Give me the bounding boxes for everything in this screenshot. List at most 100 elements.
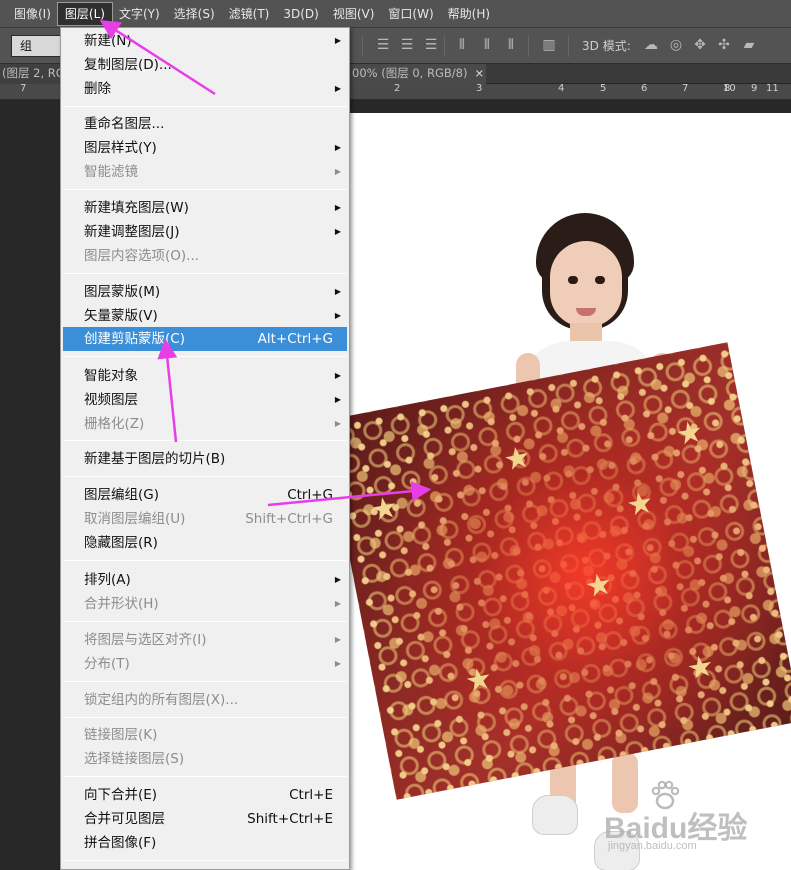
ruler-label: 11	[766, 84, 779, 94]
3d-roll-icon[interactable]: ◎	[667, 37, 685, 53]
menu-item-label: 排列(A)	[84, 572, 131, 588]
menu-view[interactable]: 视图(V)	[326, 3, 382, 25]
toolbar-separator	[568, 35, 569, 57]
menu-separator	[63, 440, 347, 441]
menu-item-duplicate-layer[interactable]: 复制图层(D)...	[63, 53, 347, 77]
document-tab-1[interactable]: (图层 2, RGB	[0, 64, 60, 84]
menu-help[interactable]: 帮助(H)	[441, 3, 497, 25]
menu-window[interactable]: 窗口(W)	[381, 3, 440, 25]
menu-item-new-layer-based-slice[interactable]: 新建基于图层的切片(B)	[63, 447, 347, 471]
menu-item-label: 向下合并(E)	[84, 787, 158, 803]
align-top-icon[interactable]: ☰	[374, 37, 392, 53]
align-vcenter-icon[interactable]: ☰	[398, 37, 416, 53]
girl-eye	[595, 276, 605, 284]
close-icon[interactable]: ×	[474, 66, 484, 80]
submenu-arrow-icon: ▶	[334, 167, 341, 176]
menu-select[interactable]: 选择(S)	[167, 3, 222, 25]
submenu-arrow-icon: ▶	[334, 143, 341, 152]
menu-item-label: 智能对象	[84, 368, 138, 384]
menu-item-link-layers[interactable]: 链接图层(K)	[63, 723, 347, 747]
align-left-icon[interactable]: ⫴	[453, 37, 471, 53]
menu-item-rename-layer[interactable]: 重命名图层...	[63, 112, 347, 136]
3d-slide-icon[interactable]: ✣	[715, 37, 733, 53]
submenu-arrow-icon: ▶	[334, 227, 341, 236]
menu-filter[interactable]: 滤镜(T)	[222, 3, 277, 25]
menu-item-new-adjustment-layer[interactable]: 新建调整图层(J) ▶	[63, 220, 347, 244]
menu-item-merge-visible[interactable]: 合并可见图层 Shift+Ctrl+E	[63, 807, 347, 831]
menu-item-smart-object[interactable]: 智能对象 ▶	[63, 364, 347, 388]
menu-item-arrange[interactable]: 排列(A) ▶	[63, 568, 347, 592]
menu-item-hide-layers[interactable]: 隐藏图层(R)	[63, 531, 347, 555]
menu-item-delete[interactable]: 删除 ▶	[63, 77, 347, 101]
ruler-label: 9	[751, 84, 758, 94]
menu-item-distribute[interactable]: 分布(T) ▶	[63, 652, 347, 676]
menu-item-label: 链接图层(K)	[84, 727, 158, 743]
menu-item-group-layers[interactable]: 图层编组(G) Ctrl+G	[63, 483, 347, 507]
menu-separator	[63, 860, 347, 861]
document-tab-2[interactable]: 00% (图层 0, RGB/8) ×	[350, 64, 486, 84]
menu-item-new[interactable]: 新建(N) ▶	[63, 29, 347, 53]
menu-item-layer-content-options[interactable]: 图层内容选项(O)...	[63, 244, 347, 268]
menu-type[interactable]: 文字(Y)	[112, 3, 167, 25]
submenu-arrow-icon: ▶	[334, 575, 341, 584]
menu-separator	[63, 189, 347, 190]
menu-item-label: 图层蒙版(M)	[84, 284, 161, 300]
menu-item-video-layer[interactable]: 视频图层 ▶	[63, 388, 347, 412]
menu-item-label: 删除	[84, 81, 111, 97]
ruler-label: 3	[476, 84, 483, 94]
menu-item-lock-all-layers-in-group[interactable]: 锁定组内的所有图层(X)...	[63, 688, 347, 712]
ruler-label: 7	[20, 84, 27, 94]
menu-item-label: 合并形状(H)	[84, 596, 159, 612]
menu-item-layer-mask[interactable]: 图层蒙版(M) ▶	[63, 280, 347, 304]
ruler-label: 6	[641, 84, 648, 94]
shoe	[532, 795, 578, 835]
toolbar-separator	[362, 35, 363, 57]
submenu-arrow-icon: ▶	[334, 635, 341, 644]
document-canvas[interactable]: ★ ★ ★ ★ ★ ★ ★ Baidu经验 jingyan.baidu.com	[350, 113, 791, 870]
menu-image[interactable]: 图像(I)	[7, 3, 58, 25]
menu-item-align-layers-to-selection[interactable]: 将图层与选区对齐(I) ▶	[63, 628, 347, 652]
3d-pan-icon[interactable]: ✥	[691, 37, 709, 53]
menu-item-label: 图层样式(Y)	[84, 140, 157, 156]
menu-separator	[63, 560, 347, 561]
menu-item-layer-style[interactable]: 图层样式(Y) ▶	[63, 136, 347, 160]
document-tab-2-title: 00% (图层 0, RGB/8)	[352, 66, 468, 80]
3d-mode-label: 3D 模式:	[582, 39, 631, 53]
3d-scale-icon[interactable]: ▰	[740, 37, 758, 53]
menu-3d[interactable]: 3D(D)	[276, 3, 325, 25]
auto-align-icon[interactable]: ▥	[540, 37, 558, 53]
align-hcenter-icon[interactable]: ⫴	[478, 37, 496, 53]
menu-item-rasterize[interactable]: 栅格化(Z) ▶	[63, 412, 347, 436]
menu-item-ungroup-layers[interactable]: 取消图层编组(U) Shift+Ctrl+G	[63, 507, 347, 531]
menu-item-new-fill-layer[interactable]: 新建填充图层(W) ▶	[63, 196, 347, 220]
star-icon: ★	[500, 439, 534, 479]
auto-select-dropdown[interactable]: 组	[11, 35, 61, 57]
ruler-label: 10	[723, 84, 736, 94]
menu-item-label: 栅格化(Z)	[84, 416, 145, 432]
menu-item-vector-mask[interactable]: 矢量蒙版(V) ▶	[63, 304, 347, 328]
ruler-label: 2	[394, 84, 401, 94]
3d-rotate-icon[interactable]: ☁	[642, 37, 660, 53]
menu-item-create-clipping-mask[interactable]: 创建剪贴蒙版(C) Alt+Ctrl+G	[63, 327, 347, 351]
menu-item-smart-filter[interactable]: 智能滤镜 ▶	[63, 160, 347, 184]
menu-item-shortcut: Ctrl+E	[289, 787, 333, 803]
star-icon: ★	[582, 565, 616, 606]
menu-item-flatten-image[interactable]: 拼合图像(F)	[63, 831, 347, 855]
layer-menu-dropdown: 新建(N) ▶ 复制图层(D)... 删除 ▶ 重命名图层... 图层样式(Y) ▶ …	[60, 27, 350, 870]
menu-layer[interactable]: 图层(L)	[56, 1, 113, 26]
submenu-arrow-icon: ▶	[334, 287, 341, 296]
ruler-label: 7	[682, 84, 689, 94]
menu-item-label: 复制图层(D)...	[84, 57, 172, 73]
watermark-url: jingyan.baidu.com	[608, 840, 697, 852]
submenu-arrow-icon: ▶	[334, 419, 341, 428]
submenu-arrow-icon: ▶	[334, 203, 341, 212]
align-right-icon[interactable]: ⫴	[502, 37, 520, 53]
align-bottom-icon[interactable]: ☰	[422, 37, 440, 53]
menu-item-merge-down[interactable]: 向下合并(E) Ctrl+E	[63, 783, 347, 807]
girl-eye	[568, 276, 578, 284]
menu-separator	[63, 356, 347, 357]
menu-item-combine-shapes[interactable]: 合并形状(H) ▶	[63, 592, 347, 616]
submenu-arrow-icon: ▶	[334, 395, 341, 404]
star-pattern-layer: ★ ★ ★ ★ ★ ★ ★	[350, 342, 791, 800]
menu-item-select-linked-layers[interactable]: 选择链接图层(S)	[63, 747, 347, 771]
